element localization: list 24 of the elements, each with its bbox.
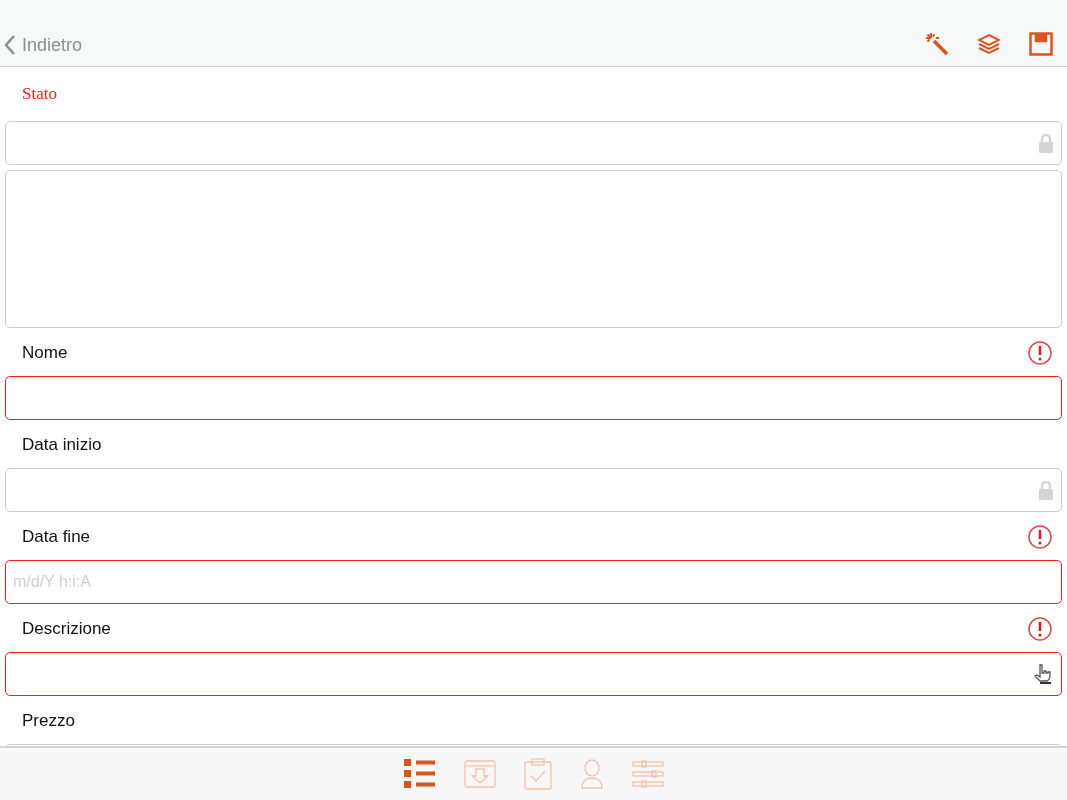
field-label: Descrizione	[22, 619, 111, 639]
person-tab[interactable]	[579, 759, 604, 789]
input-field[interactable]	[5, 468, 1062, 512]
back-button[interactable]: Indietro	[4, 34, 83, 56]
clipboard-tab[interactable]	[523, 758, 552, 790]
chevron-left-icon	[4, 34, 16, 56]
text-area[interactable]	[5, 170, 1062, 328]
field-label: Nome	[22, 343, 68, 363]
list-tab[interactable]	[403, 759, 436, 789]
input-field[interactable]	[5, 121, 1062, 165]
layers-icon[interactable]	[977, 32, 1001, 56]
field-label: Data fine	[22, 527, 91, 547]
input-field[interactable]	[5, 652, 1062, 696]
input-field[interactable]	[5, 376, 1062, 420]
lock-icon	[1038, 133, 1054, 153]
field-label: Prezzo	[22, 711, 75, 731]
lock-icon	[1038, 480, 1054, 500]
inbox-tab[interactable]	[463, 759, 496, 789]
magic-wand-icon[interactable]	[925, 32, 949, 56]
pointing-hand-icon	[1032, 663, 1054, 685]
save-icon[interactable]	[1029, 32, 1053, 56]
section-heading: Stato	[22, 84, 57, 104]
field-label: Data inizio	[22, 435, 102, 455]
sliders-tab[interactable]	[631, 760, 664, 788]
